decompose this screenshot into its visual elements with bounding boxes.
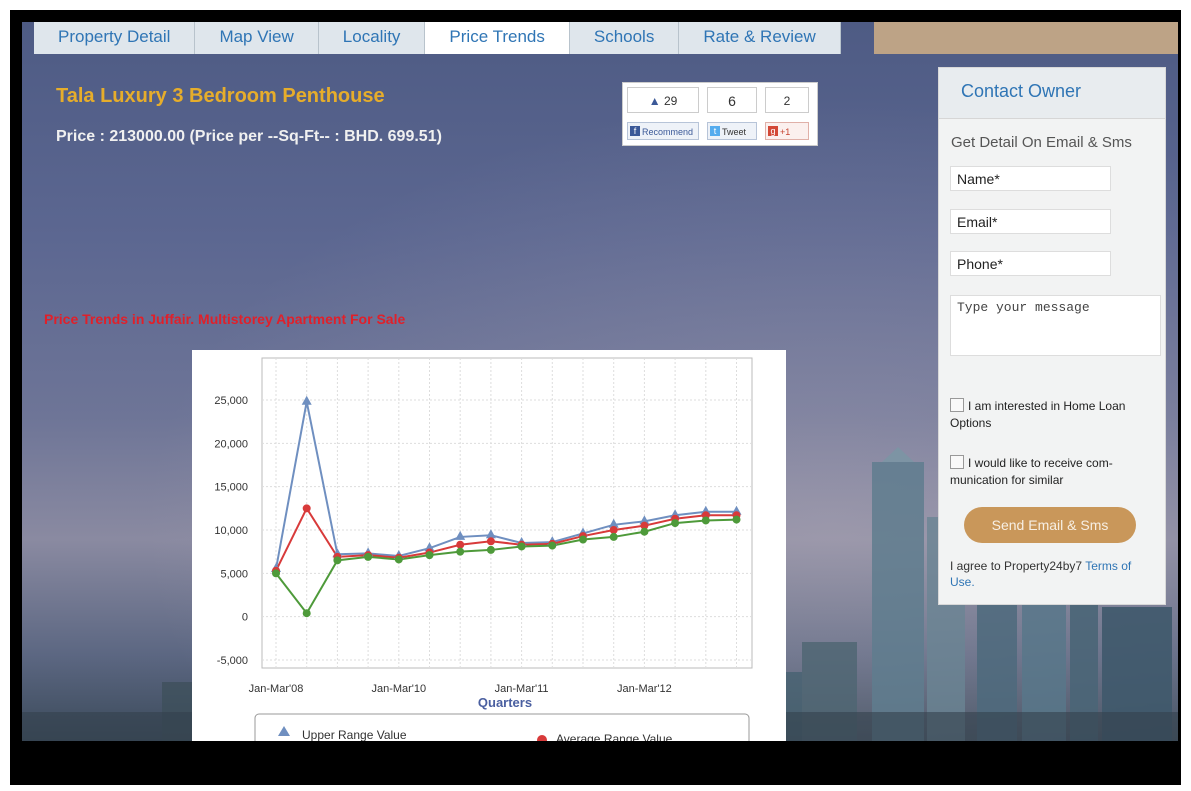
price-trend-chart: 25,000 20,000 15,000 10,000 5,000 0 -5,000 Jan-… bbox=[192, 350, 786, 741]
tab-price-trends[interactable]: Price Trends bbox=[425, 22, 570, 54]
tweet-count: 6 bbox=[707, 87, 757, 113]
data-point-series-1[interactable] bbox=[302, 504, 311, 513]
tweet-button[interactable]: t Tweet bbox=[707, 122, 757, 140]
data-point-series-2[interactable] bbox=[333, 556, 342, 565]
thumbs-up-icon: ▲ bbox=[648, 94, 661, 108]
recommend-label: Recommend bbox=[642, 127, 694, 137]
communication-option: I would like to receive com-munication f… bbox=[950, 455, 1150, 489]
y-tick-label: 15,000 bbox=[214, 482, 248, 494]
home-loan-option: I am interested in Home Loan Options bbox=[950, 398, 1150, 432]
price-trends-heading: Price Trends in Juffair. Multistorey Apa… bbox=[44, 311, 406, 327]
home-loan-label: I am interested in Home Loan Options bbox=[950, 399, 1126, 430]
like-count: 29 bbox=[663, 94, 678, 108]
data-point-series-2[interactable] bbox=[671, 519, 680, 528]
data-point-series-2[interactable] bbox=[548, 541, 557, 550]
data-point-series-2[interactable] bbox=[364, 552, 373, 561]
y-tick-label: 0 bbox=[242, 612, 248, 624]
tab-map-view[interactable]: Map View bbox=[195, 22, 319, 54]
like-count-box: ▲ 29 bbox=[627, 87, 699, 113]
tab-locality[interactable]: Locality bbox=[318, 22, 426, 54]
data-point-series-1[interactable] bbox=[486, 537, 495, 546]
phone-field[interactable]: Phone* bbox=[950, 251, 1111, 276]
data-point-series-1[interactable] bbox=[456, 540, 465, 549]
message-textarea[interactable]: Type your message bbox=[950, 295, 1161, 356]
legend-item-average[interactable]: Average Range Value bbox=[537, 732, 673, 741]
data-point-series-2[interactable] bbox=[517, 542, 526, 551]
listing-title: Tala Luxury 3 Bedroom Penthouse bbox=[56, 85, 385, 107]
bottom-black-bar bbox=[10, 741, 1181, 785]
y-tick-label: 10,000 bbox=[214, 525, 248, 537]
social-share-box: ▲ 29 6 2 f Recommend t Tweet g +1 bbox=[622, 82, 818, 146]
google-plus-button[interactable]: g +1 bbox=[765, 122, 809, 140]
y-tick-label: -5,000 bbox=[217, 655, 248, 667]
google-plus-label: +1 bbox=[780, 127, 791, 137]
data-point-series-2[interactable] bbox=[272, 569, 280, 578]
data-point-series-2[interactable] bbox=[425, 551, 434, 560]
legend-label-upper: Upper Range Value bbox=[302, 728, 407, 741]
data-point-series-2[interactable] bbox=[394, 555, 403, 564]
x-axis-label: Quarters bbox=[478, 695, 532, 710]
data-point-series-2[interactable] bbox=[302, 609, 311, 618]
x-tick-label: Jan-Mar'10 bbox=[371, 683, 426, 695]
data-point-series-2[interactable] bbox=[456, 547, 465, 556]
plus-count: 2 bbox=[765, 87, 809, 113]
name-field[interactable]: Name* bbox=[950, 166, 1111, 191]
data-point-series-2[interactable] bbox=[486, 545, 495, 554]
tab-bar-filler bbox=[874, 22, 1178, 54]
terms-agreement: I agree to Property24by7 Terms of Use. bbox=[950, 558, 1158, 590]
email-field[interactable]: Email* bbox=[950, 209, 1111, 234]
google-plus-icon: g bbox=[768, 126, 778, 136]
contact-owner-header: Contact Owner bbox=[939, 68, 1165, 119]
listing-price: Price : 213000.00 (Price per --Sq-Ft-- :… bbox=[56, 128, 442, 145]
legend-label-average: Average Range Value bbox=[556, 732, 673, 741]
tab-property-detail[interactable]: Property Detail bbox=[34, 22, 196, 54]
communication-label: I would like to receive com-munication f… bbox=[950, 456, 1113, 487]
tab-rate-review[interactable]: Rate & Review bbox=[679, 22, 841, 54]
twitter-bird-icon: t bbox=[710, 126, 720, 136]
y-tick-label: 20,000 bbox=[214, 438, 248, 450]
send-email-sms-button[interactable]: Send Email & Sms bbox=[964, 507, 1136, 543]
chart-grid bbox=[261, 357, 753, 669]
tab-bar: Property Detail Map View Locality Price … bbox=[34, 22, 841, 54]
data-point-series-2[interactable] bbox=[732, 515, 741, 524]
recommend-button[interactable]: f Recommend bbox=[627, 122, 699, 140]
chart-svg: 25,000 20,000 15,000 10,000 5,000 0 -5,000 Jan-… bbox=[214, 357, 753, 741]
contact-owner-panel: Contact Owner Get Detail On Email & Sms … bbox=[938, 67, 1166, 605]
x-tick-label: Jan-Mar'11 bbox=[495, 683, 549, 695]
data-point-series-2[interactable] bbox=[701, 516, 710, 525]
contact-subtitle: Get Detail On Email & Sms bbox=[951, 134, 1132, 151]
x-tick-label: Jan-Mar'08 bbox=[249, 683, 304, 695]
data-point-series-2[interactable] bbox=[640, 527, 649, 536]
y-tick-label: 5,000 bbox=[220, 568, 248, 580]
communication-checkbox[interactable] bbox=[950, 455, 964, 469]
facebook-icon: f bbox=[630, 126, 640, 136]
home-loan-checkbox[interactable] bbox=[950, 398, 964, 412]
page-stage: Property Detail Map View Locality Price … bbox=[22, 22, 1178, 741]
data-point-series-2[interactable] bbox=[609, 532, 618, 541]
tweet-label: Tweet bbox=[722, 127, 747, 137]
y-tick-label: 25,000 bbox=[214, 395, 248, 407]
agree-text: I agree to Property24by7 bbox=[950, 559, 1083, 573]
x-tick-label: Jan-Mar'12 bbox=[617, 683, 672, 695]
data-point-series-2[interactable] bbox=[579, 535, 587, 544]
tab-schools[interactable]: Schools bbox=[569, 22, 680, 54]
plot-area bbox=[261, 357, 753, 669]
data-point-series-1[interactable] bbox=[609, 526, 618, 534]
